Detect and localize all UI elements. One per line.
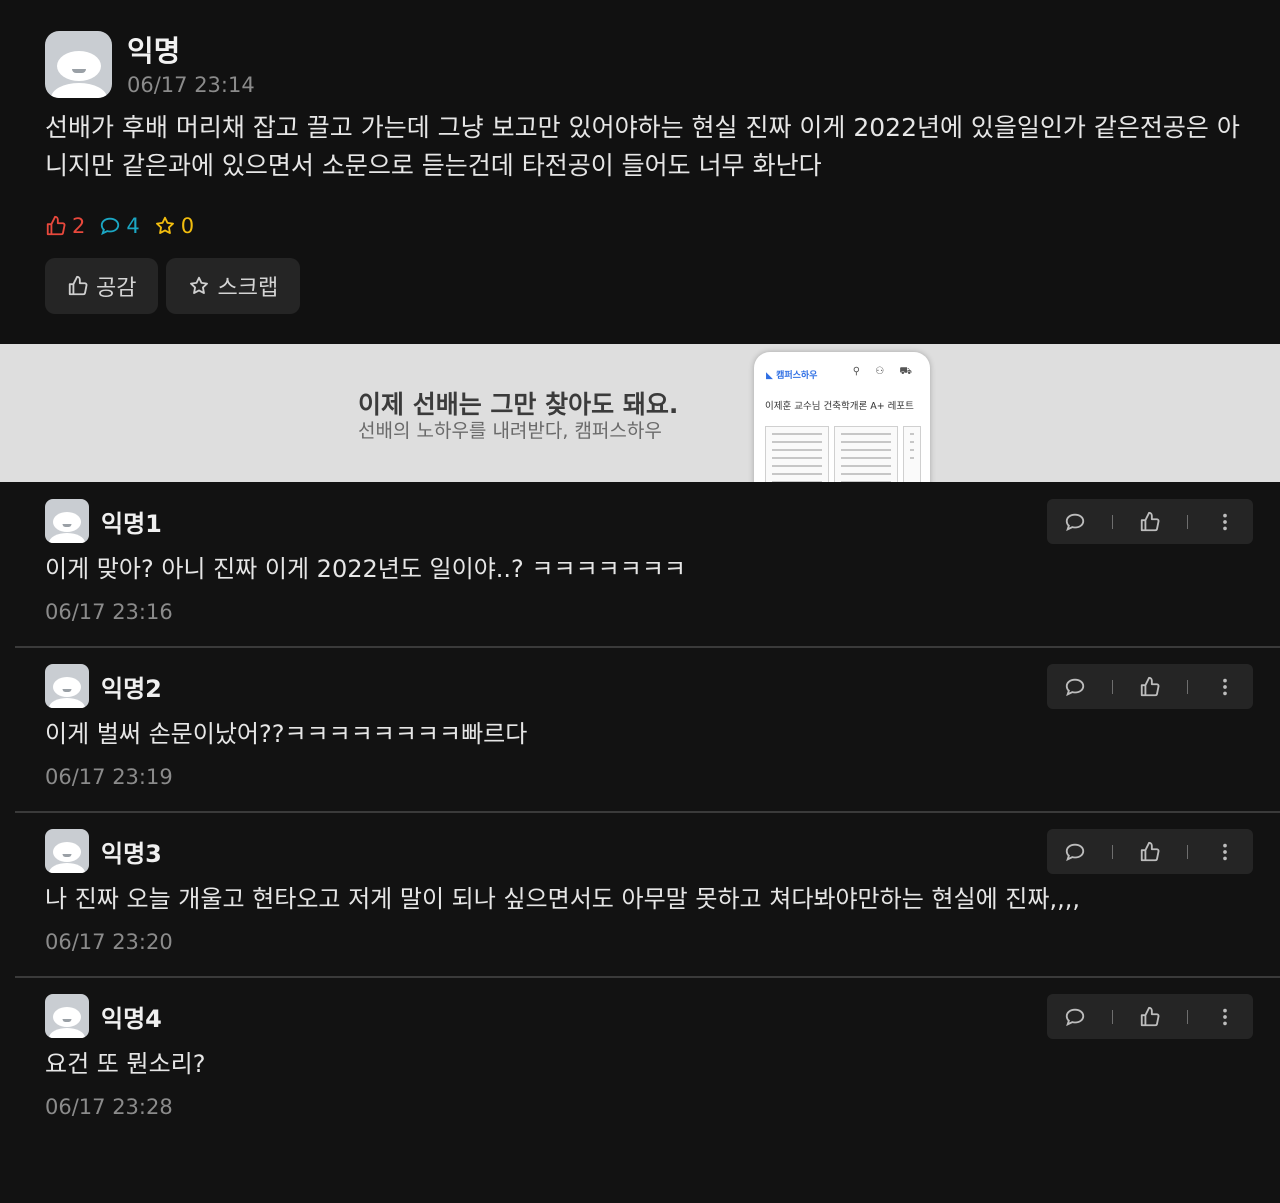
comment-toolbar xyxy=(1047,994,1253,1039)
like-button[interactable]: 공감 xyxy=(45,258,159,314)
thumbs-up-icon[interactable] xyxy=(1130,997,1170,1037)
thumbs-up-icon[interactable] xyxy=(1130,502,1170,542)
post-author: 익명 xyxy=(127,34,181,68)
star-icon xyxy=(190,276,209,294)
thumbs-up-icon xyxy=(68,275,88,296)
speech-bubble-icon xyxy=(101,217,120,236)
comment-date: 06/17 23:19 xyxy=(45,765,173,789)
comment-author: 익명4 xyxy=(101,1004,162,1033)
reply-icon[interactable] xyxy=(1055,832,1095,872)
document-thumbnail xyxy=(903,426,921,482)
comment-author: 익명2 xyxy=(101,674,162,703)
avatar xyxy=(45,31,112,98)
comment-author: 익명3 xyxy=(101,839,162,868)
thumbs-up-icon xyxy=(46,215,66,236)
comment-text: 나 진짜 오늘 개울고 현타오고 저게 말이 되나 싶으면서도 아무말 못하고 … xyxy=(45,885,1080,913)
comment-toolbar xyxy=(1047,664,1253,709)
like-count: 2 xyxy=(45,214,85,238)
post-stats: 2 4 0 xyxy=(45,214,208,238)
phone-header-icons: ⚲ ⚇ ⛟ xyxy=(852,366,918,377)
post-date: 06/17 23:14 xyxy=(127,73,255,97)
thumbs-up-icon[interactable] xyxy=(1130,832,1170,872)
comment-toolbar xyxy=(1047,499,1253,544)
phone-mockup: ◣ 캠퍼스하우 ⚲ ⚇ ⛟ 이제훈 교수님 건축학개론 A+ 레포트 xyxy=(754,352,930,482)
comment-item: 익명1 이게 맞아? 아니 진짜 이게 2022년도 일이야..? ㅋㅋㅋㅋㅋㅋ… xyxy=(15,483,1280,648)
comment-item: 익명2 이게 벌써 손문이났어??ㅋㅋㅋㅋㅋㅋㅋㅋ빠르다 06/17 23:19 xyxy=(15,648,1280,813)
comment-item: 익명3 나 진짜 오늘 개울고 현타오고 저게 말이 되나 싶으면서도 아무말 … xyxy=(15,813,1280,978)
post-actions: 공감 스크랩 xyxy=(45,258,308,314)
scrap-count: 0 xyxy=(154,214,194,238)
phone-report-title: 이제훈 교수님 건축학개론 A+ 레포트 xyxy=(765,401,914,412)
avatar xyxy=(45,499,89,543)
comment-date: 06/17 23:20 xyxy=(45,930,173,954)
reply-icon[interactable] xyxy=(1055,997,1095,1037)
post-body: 선배가 후배 머리채 잡고 끌고 가는데 그냥 보고만 있어야하는 현실 진짜 … xyxy=(45,113,1240,180)
reply-icon[interactable] xyxy=(1055,502,1095,542)
comment-toolbar xyxy=(1047,829,1253,874)
avatar xyxy=(45,994,89,1038)
campushow-logo: ◣ 캠퍼스하우 xyxy=(766,371,818,381)
comment-count: 4 xyxy=(99,214,140,238)
ad-banner[interactable]: 이제 선배는 그만 찾아도 돼요. 선배의 노하우를 내려받다, 캠퍼스하우 ◣… xyxy=(0,344,1280,482)
more-options-icon[interactable] xyxy=(1205,832,1245,872)
scrap-button[interactable]: 스크랩 xyxy=(166,258,301,314)
post-header: 익명 06/17 23:14 xyxy=(45,31,255,98)
comment-text: 요건 또 뭔소리? xyxy=(45,1050,206,1078)
post-card: 익명 06/17 23:14 선배가 후배 머리채 잡고 끌고 가는데 그냥 보… xyxy=(0,0,1280,344)
more-options-icon[interactable] xyxy=(1205,667,1245,707)
comment-text: 이게 맞아? 아니 진짜 이게 2022년도 일이야..? ㅋㅋㅋㅋㅋㅋㅋ xyxy=(45,555,686,583)
thumbs-up-icon[interactable] xyxy=(1130,667,1170,707)
avatar xyxy=(45,664,89,708)
comment-list: 익명1 이게 맞아? 아니 진짜 이게 2022년도 일이야..? ㅋㅋㅋㅋㅋㅋ… xyxy=(0,483,1280,1141)
document-thumbnail xyxy=(765,426,829,482)
document-thumbnail xyxy=(834,426,898,482)
reply-icon[interactable] xyxy=(1055,667,1095,707)
comment-item: 익명4 요건 또 뭔소리? 06/17 23:28 xyxy=(15,978,1280,1141)
comment-author: 익명1 xyxy=(101,509,162,538)
more-options-icon[interactable] xyxy=(1205,997,1245,1037)
comment-date: 06/17 23:16 xyxy=(45,600,173,624)
comment-date: 06/17 23:28 xyxy=(45,1095,173,1119)
star-icon xyxy=(155,216,174,234)
comment-text: 이게 벌써 손문이났어??ㅋㅋㅋㅋㅋㅋㅋㅋ빠르다 xyxy=(45,720,528,748)
avatar xyxy=(45,829,89,873)
banner-subtitle: 선배의 노하우를 내려받다, 캠퍼스하우 xyxy=(358,420,662,442)
more-options-icon[interactable] xyxy=(1205,502,1245,542)
